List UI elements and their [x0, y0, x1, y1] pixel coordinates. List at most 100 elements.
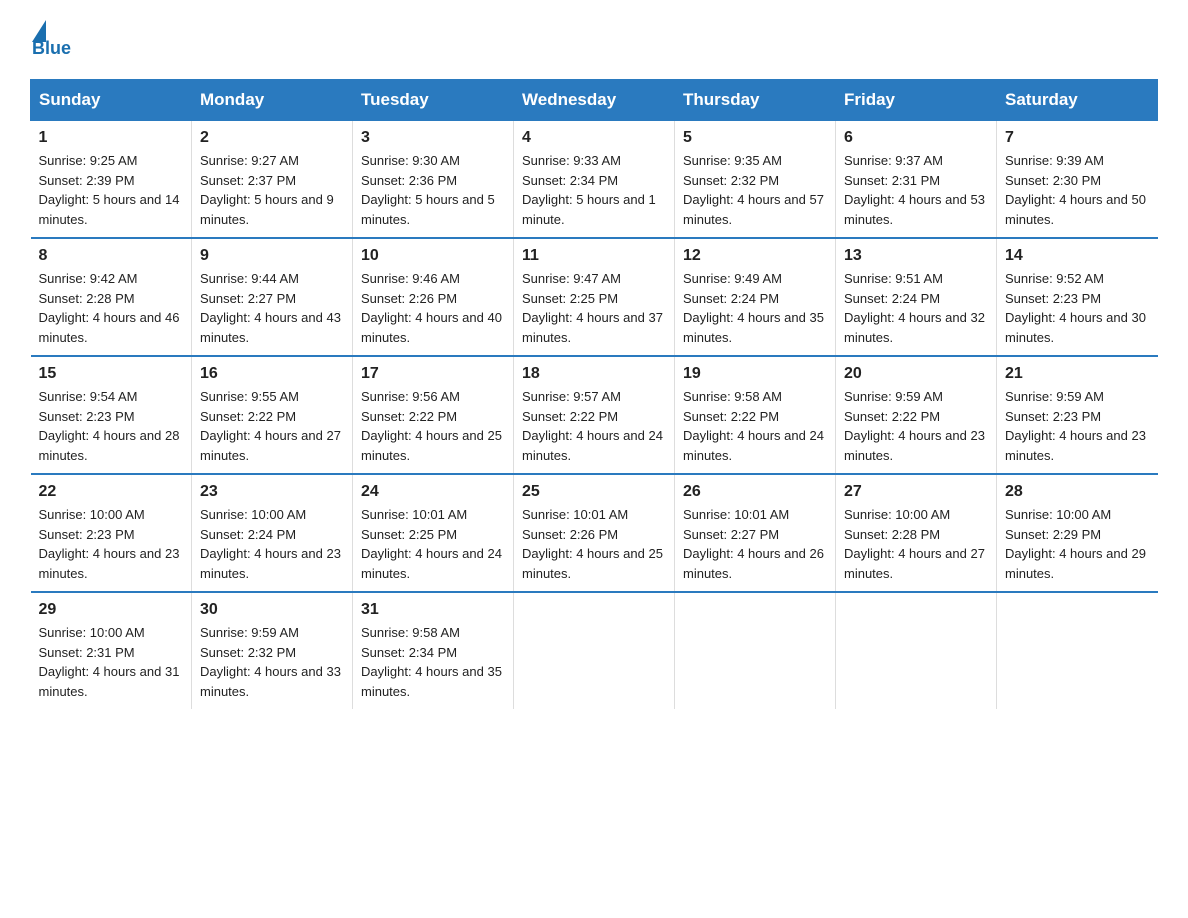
day-info: Sunrise: 9:35 AMSunset: 2:32 PMDaylight:…: [683, 153, 824, 227]
day-number: 2: [200, 129, 344, 147]
week-row-5: 29 Sunrise: 10:00 AMSunset: 2:31 PMDayli…: [31, 592, 1158, 709]
day-number: 5: [683, 129, 827, 147]
calendar-cell: 13 Sunrise: 9:51 AMSunset: 2:24 PMDaylig…: [836, 238, 997, 356]
day-number: 22: [39, 483, 184, 501]
day-number: 24: [361, 483, 505, 501]
day-info: Sunrise: 9:59 AMSunset: 2:22 PMDaylight:…: [844, 389, 985, 463]
day-info: Sunrise: 9:52 AMSunset: 2:23 PMDaylight:…: [1005, 271, 1146, 345]
week-row-2: 8 Sunrise: 9:42 AMSunset: 2:28 PMDayligh…: [31, 238, 1158, 356]
day-number: 6: [844, 129, 988, 147]
calendar-cell: 19 Sunrise: 9:58 AMSunset: 2:22 PMDaylig…: [675, 356, 836, 474]
day-info: Sunrise: 9:46 AMSunset: 2:26 PMDaylight:…: [361, 271, 502, 345]
day-info: Sunrise: 9:33 AMSunset: 2:34 PMDaylight:…: [522, 153, 656, 227]
calendar-cell: 22 Sunrise: 10:00 AMSunset: 2:23 PMDayli…: [31, 474, 192, 592]
calendar-cell: 24 Sunrise: 10:01 AMSunset: 2:25 PMDayli…: [353, 474, 514, 592]
calendar-cell: 7 Sunrise: 9:39 AMSunset: 2:30 PMDayligh…: [997, 121, 1158, 239]
calendar-cell: 8 Sunrise: 9:42 AMSunset: 2:28 PMDayligh…: [31, 238, 192, 356]
column-header-saturday: Saturday: [997, 80, 1158, 121]
day-number: 19: [683, 365, 827, 383]
day-info: Sunrise: 9:57 AMSunset: 2:22 PMDaylight:…: [522, 389, 663, 463]
days-header-row: SundayMondayTuesdayWednesdayThursdayFrid…: [31, 80, 1158, 121]
column-header-tuesday: Tuesday: [353, 80, 514, 121]
day-info: Sunrise: 10:01 AMSunset: 2:25 PMDaylight…: [361, 507, 502, 581]
day-number: 23: [200, 483, 344, 501]
calendar-cell: 12 Sunrise: 9:49 AMSunset: 2:24 PMDaylig…: [675, 238, 836, 356]
column-header-monday: Monday: [192, 80, 353, 121]
column-header-wednesday: Wednesday: [514, 80, 675, 121]
calendar-cell: 31 Sunrise: 9:58 AMSunset: 2:34 PMDaylig…: [353, 592, 514, 709]
day-info: Sunrise: 9:51 AMSunset: 2:24 PMDaylight:…: [844, 271, 985, 345]
calendar-cell: 17 Sunrise: 9:56 AMSunset: 2:22 PMDaylig…: [353, 356, 514, 474]
calendar-table: SundayMondayTuesdayWednesdayThursdayFrid…: [30, 79, 1158, 709]
day-info: Sunrise: 10:01 AMSunset: 2:26 PMDaylight…: [522, 507, 663, 581]
calendar-cell: 25 Sunrise: 10:01 AMSunset: 2:26 PMDayli…: [514, 474, 675, 592]
day-number: 13: [844, 247, 988, 265]
day-number: 20: [844, 365, 988, 383]
day-number: 12: [683, 247, 827, 265]
day-number: 26: [683, 483, 827, 501]
calendar-cell: 10 Sunrise: 9:46 AMSunset: 2:26 PMDaylig…: [353, 238, 514, 356]
day-number: 21: [1005, 365, 1150, 383]
day-number: 8: [39, 247, 184, 265]
calendar-cell: 3 Sunrise: 9:30 AMSunset: 2:36 PMDayligh…: [353, 121, 514, 239]
day-info: Sunrise: 9:49 AMSunset: 2:24 PMDaylight:…: [683, 271, 824, 345]
day-number: 30: [200, 601, 344, 619]
day-info: Sunrise: 9:44 AMSunset: 2:27 PMDaylight:…: [200, 271, 341, 345]
calendar-cell: 9 Sunrise: 9:44 AMSunset: 2:27 PMDayligh…: [192, 238, 353, 356]
calendar-cell: 16 Sunrise: 9:55 AMSunset: 2:22 PMDaylig…: [192, 356, 353, 474]
calendar-cell: 20 Sunrise: 9:59 AMSunset: 2:22 PMDaylig…: [836, 356, 997, 474]
logo-underline: Blue: [32, 38, 71, 59]
calendar-cell: 27 Sunrise: 10:00 AMSunset: 2:28 PMDayli…: [836, 474, 997, 592]
day-number: 4: [522, 129, 666, 147]
calendar-body: 1 Sunrise: 9:25 AMSunset: 2:39 PMDayligh…: [31, 121, 1158, 710]
calendar-cell: [514, 592, 675, 709]
day-info: Sunrise: 9:58 AMSunset: 2:22 PMDaylight:…: [683, 389, 824, 463]
day-number: 18: [522, 365, 666, 383]
day-info: Sunrise: 10:00 AMSunset: 2:31 PMDaylight…: [39, 625, 180, 699]
column-header-sunday: Sunday: [31, 80, 192, 121]
logo: Blue: [30, 20, 71, 59]
week-row-4: 22 Sunrise: 10:00 AMSunset: 2:23 PMDayli…: [31, 474, 1158, 592]
day-info: Sunrise: 10:00 AMSunset: 2:23 PMDaylight…: [39, 507, 180, 581]
day-number: 15: [39, 365, 184, 383]
week-row-3: 15 Sunrise: 9:54 AMSunset: 2:23 PMDaylig…: [31, 356, 1158, 474]
day-info: Sunrise: 9:39 AMSunset: 2:30 PMDaylight:…: [1005, 153, 1146, 227]
calendar-cell: [997, 592, 1158, 709]
day-number: 1: [39, 129, 184, 147]
day-info: Sunrise: 9:55 AMSunset: 2:22 PMDaylight:…: [200, 389, 341, 463]
day-info: Sunrise: 9:37 AMSunset: 2:31 PMDaylight:…: [844, 153, 985, 227]
calendar-cell: 5 Sunrise: 9:35 AMSunset: 2:32 PMDayligh…: [675, 121, 836, 239]
day-info: Sunrise: 9:56 AMSunset: 2:22 PMDaylight:…: [361, 389, 502, 463]
day-number: 10: [361, 247, 505, 265]
day-info: Sunrise: 9:42 AMSunset: 2:28 PMDaylight:…: [39, 271, 180, 345]
day-number: 14: [1005, 247, 1150, 265]
calendar-cell: 21 Sunrise: 9:59 AMSunset: 2:23 PMDaylig…: [997, 356, 1158, 474]
calendar-cell: 29 Sunrise: 10:00 AMSunset: 2:31 PMDayli…: [31, 592, 192, 709]
calendar-cell: 4 Sunrise: 9:33 AMSunset: 2:34 PMDayligh…: [514, 121, 675, 239]
calendar-cell: 26 Sunrise: 10:01 AMSunset: 2:27 PMDayli…: [675, 474, 836, 592]
day-number: 25: [522, 483, 666, 501]
day-number: 29: [39, 601, 184, 619]
day-info: Sunrise: 9:25 AMSunset: 2:39 PMDaylight:…: [39, 153, 180, 227]
calendar-cell: 23 Sunrise: 10:00 AMSunset: 2:24 PMDayli…: [192, 474, 353, 592]
day-info: Sunrise: 9:59 AMSunset: 2:32 PMDaylight:…: [200, 625, 341, 699]
calendar-cell: 14 Sunrise: 9:52 AMSunset: 2:23 PMDaylig…: [997, 238, 1158, 356]
day-info: Sunrise: 9:58 AMSunset: 2:34 PMDaylight:…: [361, 625, 502, 699]
column-header-thursday: Thursday: [675, 80, 836, 121]
calendar-cell: 1 Sunrise: 9:25 AMSunset: 2:39 PMDayligh…: [31, 121, 192, 239]
calendar-cell: [836, 592, 997, 709]
day-info: Sunrise: 10:00 AMSunset: 2:29 PMDaylight…: [1005, 507, 1146, 581]
calendar-header: SundayMondayTuesdayWednesdayThursdayFrid…: [31, 80, 1158, 121]
day-number: 9: [200, 247, 344, 265]
day-number: 7: [1005, 129, 1150, 147]
day-number: 11: [522, 247, 666, 265]
calendar-cell: 15 Sunrise: 9:54 AMSunset: 2:23 PMDaylig…: [31, 356, 192, 474]
day-info: Sunrise: 10:00 AMSunset: 2:28 PMDaylight…: [844, 507, 985, 581]
calendar-cell: 6 Sunrise: 9:37 AMSunset: 2:31 PMDayligh…: [836, 121, 997, 239]
day-number: 28: [1005, 483, 1150, 501]
day-info: Sunrise: 10:00 AMSunset: 2:24 PMDaylight…: [200, 507, 341, 581]
day-info: Sunrise: 9:27 AMSunset: 2:37 PMDaylight:…: [200, 153, 334, 227]
calendar-cell: 18 Sunrise: 9:57 AMSunset: 2:22 PMDaylig…: [514, 356, 675, 474]
day-info: Sunrise: 10:01 AMSunset: 2:27 PMDaylight…: [683, 507, 824, 581]
week-row-1: 1 Sunrise: 9:25 AMSunset: 2:39 PMDayligh…: [31, 121, 1158, 239]
